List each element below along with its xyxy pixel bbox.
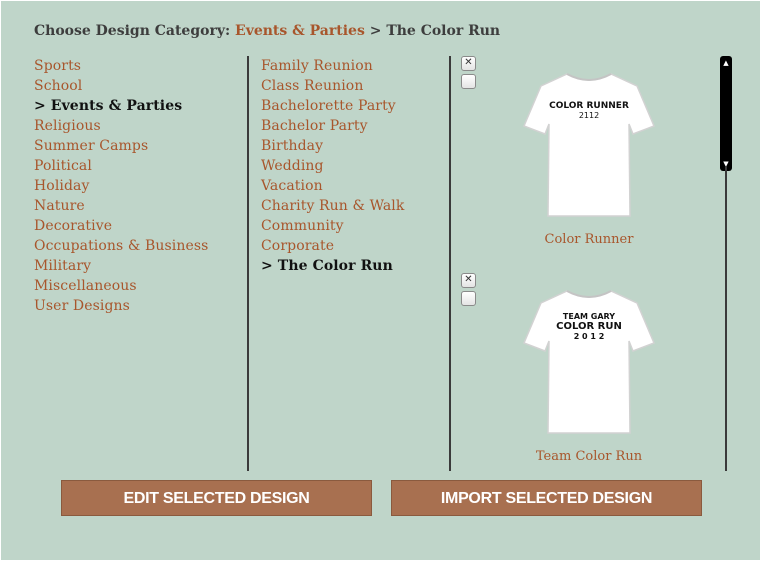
design-name[interactable]: Color Runner: [509, 232, 669, 247]
shirt-print-line: COLOR RUN: [556, 321, 622, 332]
breadcrumb: Choose Design Category: Events & Parties…: [34, 23, 500, 39]
subcategory-list: Family Reunion Class Reunion Bachelorett…: [261, 56, 446, 276]
category-item-occupations-business[interactable]: Occupations & Business: [34, 236, 244, 256]
remove-design-close-icon[interactable]: ✕: [461, 56, 476, 71]
select-design-checkbox[interactable]: [461, 291, 476, 306]
tshirt-image[interactable]: COLOR RUNNER 2112: [509, 66, 669, 226]
subcategory-item-corporate[interactable]: Corporate: [261, 236, 446, 256]
shirt-print-line: COLOR RUNNER: [549, 101, 629, 111]
breadcrumb-category[interactable]: Events & Parties: [235, 23, 365, 39]
subcategory-item-birthday[interactable]: Birthday: [261, 136, 446, 156]
design-chooser: Choose Design Category: Events & Parties…: [1, 1, 760, 560]
shirt-print-line: TEAM GARY: [562, 312, 616, 321]
category-item-decorative[interactable]: Decorative: [34, 216, 244, 236]
category-item-sports[interactable]: Sports: [34, 56, 244, 76]
scroll-track-line: [725, 166, 727, 471]
category-item-events-parties[interactable]: > Events & Parties: [34, 96, 244, 116]
subcategory-item-community[interactable]: Community: [261, 216, 446, 236]
category-item-school[interactable]: School: [34, 76, 244, 96]
select-design-checkbox[interactable]: [461, 74, 476, 89]
subcategory-item-the-color-run[interactable]: > The Color Run: [261, 256, 446, 276]
category-item-summer-camps[interactable]: Summer Camps: [34, 136, 244, 156]
subcategory-item-family-reunion[interactable]: Family Reunion: [261, 56, 446, 76]
subcategory-item-bachelorette-party[interactable]: Bachelorette Party: [261, 96, 446, 116]
category-item-military[interactable]: Military: [34, 256, 244, 276]
remove-design-close-icon[interactable]: ✕: [461, 273, 476, 288]
subcategory-item-vacation[interactable]: Vacation: [261, 176, 446, 196]
tshirt-icon: [523, 290, 655, 434]
edit-selected-design-button[interactable]: EDIT SELECTED DESIGN: [61, 480, 372, 516]
category-item-miscellaneous[interactable]: Miscellaneous: [34, 276, 244, 296]
design-card[interactable]: TEAM GARY COLOR RUN 2 0 1 2 Team Color R…: [509, 283, 669, 464]
design-name[interactable]: Team Color Run: [509, 449, 669, 464]
breadcrumb-subcategory: The Color Run: [386, 23, 501, 39]
column-divider: [247, 56, 249, 471]
category-item-nature[interactable]: Nature: [34, 196, 244, 216]
category-item-political[interactable]: Political: [34, 156, 244, 176]
category-item-religious[interactable]: Religious: [34, 116, 244, 136]
scrollbar[interactable]: ▲ ▼: [720, 56, 732, 171]
design-card[interactable]: COLOR RUNNER 2112 Color Runner: [509, 66, 669, 247]
scroll-up-icon[interactable]: ▲: [722, 59, 730, 67]
shirt-print-line: 2 0 1 2: [573, 332, 605, 341]
tshirt-image[interactable]: TEAM GARY COLOR RUN 2 0 1 2: [509, 283, 669, 443]
breadcrumb-prefix: Choose Design Category:: [34, 23, 231, 39]
category-list: Sports School > Events & Parties Religio…: [34, 56, 244, 316]
shirt-print-line: 2112: [578, 111, 600, 120]
subcategory-item-class-reunion[interactable]: Class Reunion: [261, 76, 446, 96]
subcategory-item-wedding[interactable]: Wedding: [261, 156, 446, 176]
category-item-user-designs[interactable]: User Designs: [34, 296, 244, 316]
import-selected-design-button[interactable]: IMPORT SELECTED DESIGN: [391, 480, 702, 516]
subcategory-item-bachelor-party[interactable]: Bachelor Party: [261, 116, 446, 136]
breadcrumb-separator: >: [369, 23, 382, 39]
column-divider: [449, 56, 451, 471]
subcategory-item-charity-run-walk[interactable]: Charity Run & Walk: [261, 196, 446, 216]
category-item-holiday[interactable]: Holiday: [34, 176, 244, 196]
tshirt-icon: [523, 73, 655, 217]
